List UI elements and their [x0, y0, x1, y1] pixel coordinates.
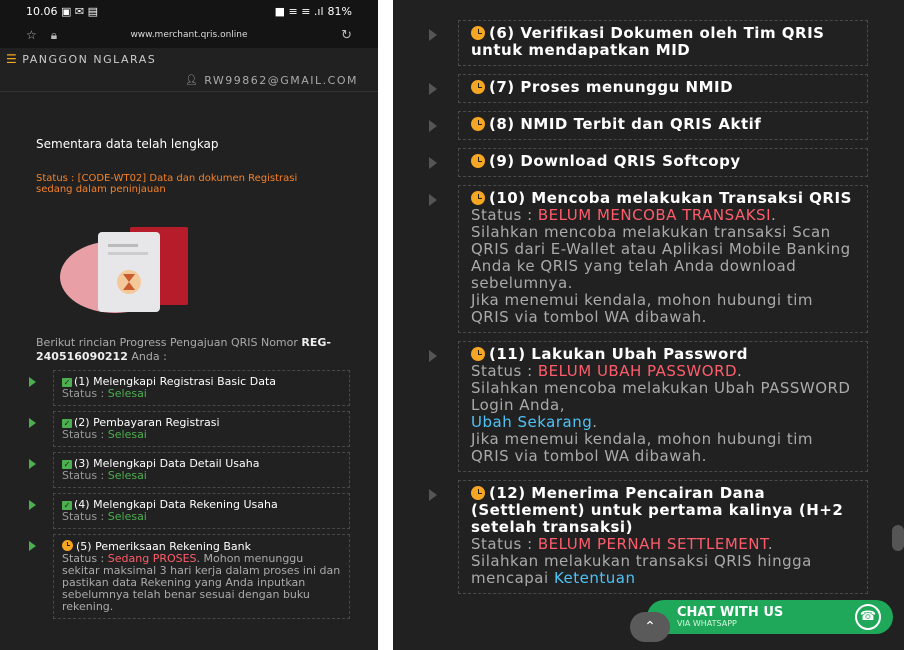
step-arrow-icon [429, 489, 437, 501]
brand-name: PANGGON NGLARAS [22, 52, 157, 66]
scrollbar-handle[interactable] [892, 525, 904, 551]
step-6: (6) Verifikasi Dokumen oleh Tim QRIS unt… [429, 20, 868, 66]
step-arrow-icon [429, 83, 437, 95]
reload-icon[interactable]: ↻ [341, 28, 352, 43]
clock-icon [471, 154, 485, 168]
whatsapp-icon: ☎ [855, 604, 881, 630]
scroll-to-top-button[interactable]: ⌃ [630, 612, 670, 642]
check-icon: ✓ [62, 378, 72, 387]
account-email[interactable]: RW99862@GMAIL.COM [204, 74, 358, 87]
status-time: 10.06 ▣ ✉ ▤ [26, 4, 98, 18]
clock-icon [471, 117, 485, 131]
step-status: Selesai [107, 469, 147, 482]
step-arrow-icon [429, 350, 437, 362]
step-arrow-icon [429, 29, 437, 41]
step-12: (12) Menerima Pencairan Dana (Settlement… [429, 480, 868, 594]
clock-icon [471, 191, 485, 205]
check-icon: ✓ [62, 460, 72, 469]
change-password-link[interactable]: Ubah Sekarang [471, 413, 592, 431]
step-2: ✓ (2) Pembayaran Registrasi Status : Sele… [29, 411, 350, 447]
status-bar: 10.06 ▣ ✉ ▤ ■ ≡ ≡ .ıl 81% [0, 0, 378, 22]
url-text[interactable]: www.merchant.qris.online [0, 30, 378, 40]
step-5: (5) Pemeriksaan Rekening Bank Status : S… [29, 534, 350, 619]
step-arrow-icon [29, 500, 36, 510]
step-arrow-icon [29, 377, 36, 387]
step-arrow-icon [29, 459, 36, 469]
progress-steps-right: (6) Verifikasi Dokumen oleh Tim QRIS unt… [428, 0, 868, 602]
step-4: ✓ (4) Melengkapi Data Rekening Usaha Stat… [29, 493, 350, 529]
clock-icon [471, 80, 485, 94]
status-right: ■ ≡ ≡ .ıl 81% [274, 4, 352, 18]
step-arrow-icon [429, 120, 437, 132]
brand-header: ☰ PANGGON NGLARAS [0, 48, 378, 70]
clock-icon [471, 347, 485, 361]
left-screen: 10.06 ▣ ✉ ▤ ■ ≡ ≡ .ıl 81% ☆ 🔒︎ www.mercha… [0, 0, 378, 650]
check-icon: ✓ [62, 501, 72, 510]
summary-heading: Sementara data telah lengkap [36, 137, 219, 151]
step-status: Selesai [107, 428, 147, 441]
step-arrow-icon [429, 194, 437, 206]
step-8: (8) NMID Terbit dan QRIS Aktif [429, 111, 868, 140]
whatsapp-label: CHAT WITH US VIA WHATSAPP [677, 605, 784, 628]
step-10: (10) Mencoba melakukan Transaksi QRIS St… [429, 185, 868, 333]
user-icon: 👤︎ [184, 75, 200, 86]
clock-icon [471, 486, 485, 500]
menu-icon[interactable]: ☰ [6, 52, 18, 66]
clock-icon [62, 540, 73, 551]
step-status: Selesai [107, 510, 147, 523]
step-1: ✓ (1) Melengkapi Registrasi Basic Data St… [29, 370, 350, 406]
step-9: (9) Download QRIS Softcopy [429, 148, 868, 177]
whatsapp-chat-button[interactable]: CHAT WITH US VIA WHATSAPP ☎ [647, 600, 893, 634]
step-status: BELUM MENCOBA TRANSAKSI [537, 206, 771, 224]
clock-icon [471, 26, 485, 40]
progress-intro: Berikut rincian Progress Pengajuan QRIS … [36, 336, 331, 363]
account-bar: 👤︎ RW99862@GMAIL.COM [0, 70, 378, 92]
progress-steps-left: ✓ (1) Melengkapi Registrasi Basic Data St… [28, 370, 350, 624]
step-3: ✓ (3) Melengkapi Data Detail Usaha Status… [29, 452, 350, 488]
step-arrow-icon [29, 418, 36, 428]
step-arrow-icon [429, 157, 437, 169]
registration-status: Status : [CODE-WT02] Data dan dokumen Re… [36, 173, 298, 195]
document-review-illustration [60, 227, 188, 313]
right-screen: (6) Verifikasi Dokumen oleh Tim QRIS unt… [393, 0, 904, 650]
terms-link[interactable]: Ketentuan [554, 569, 636, 587]
step-status: BELUM PERNAH SETTLEMENT [537, 535, 768, 553]
step-status: BELUM UBAH PASSWORD [537, 362, 738, 380]
battery-level: 81% [327, 4, 352, 18]
step-arrow-icon [29, 541, 36, 551]
browser-bar: ☆ 🔒︎ www.merchant.qris.online ↻ [0, 22, 378, 48]
step-7: (7) Proses menunggu NMID [429, 74, 868, 103]
check-icon: ✓ [62, 419, 72, 428]
step-status: Selesai [107, 387, 147, 400]
step-11: (11) Lakukan Ubah Password Status : BELU… [429, 341, 868, 472]
